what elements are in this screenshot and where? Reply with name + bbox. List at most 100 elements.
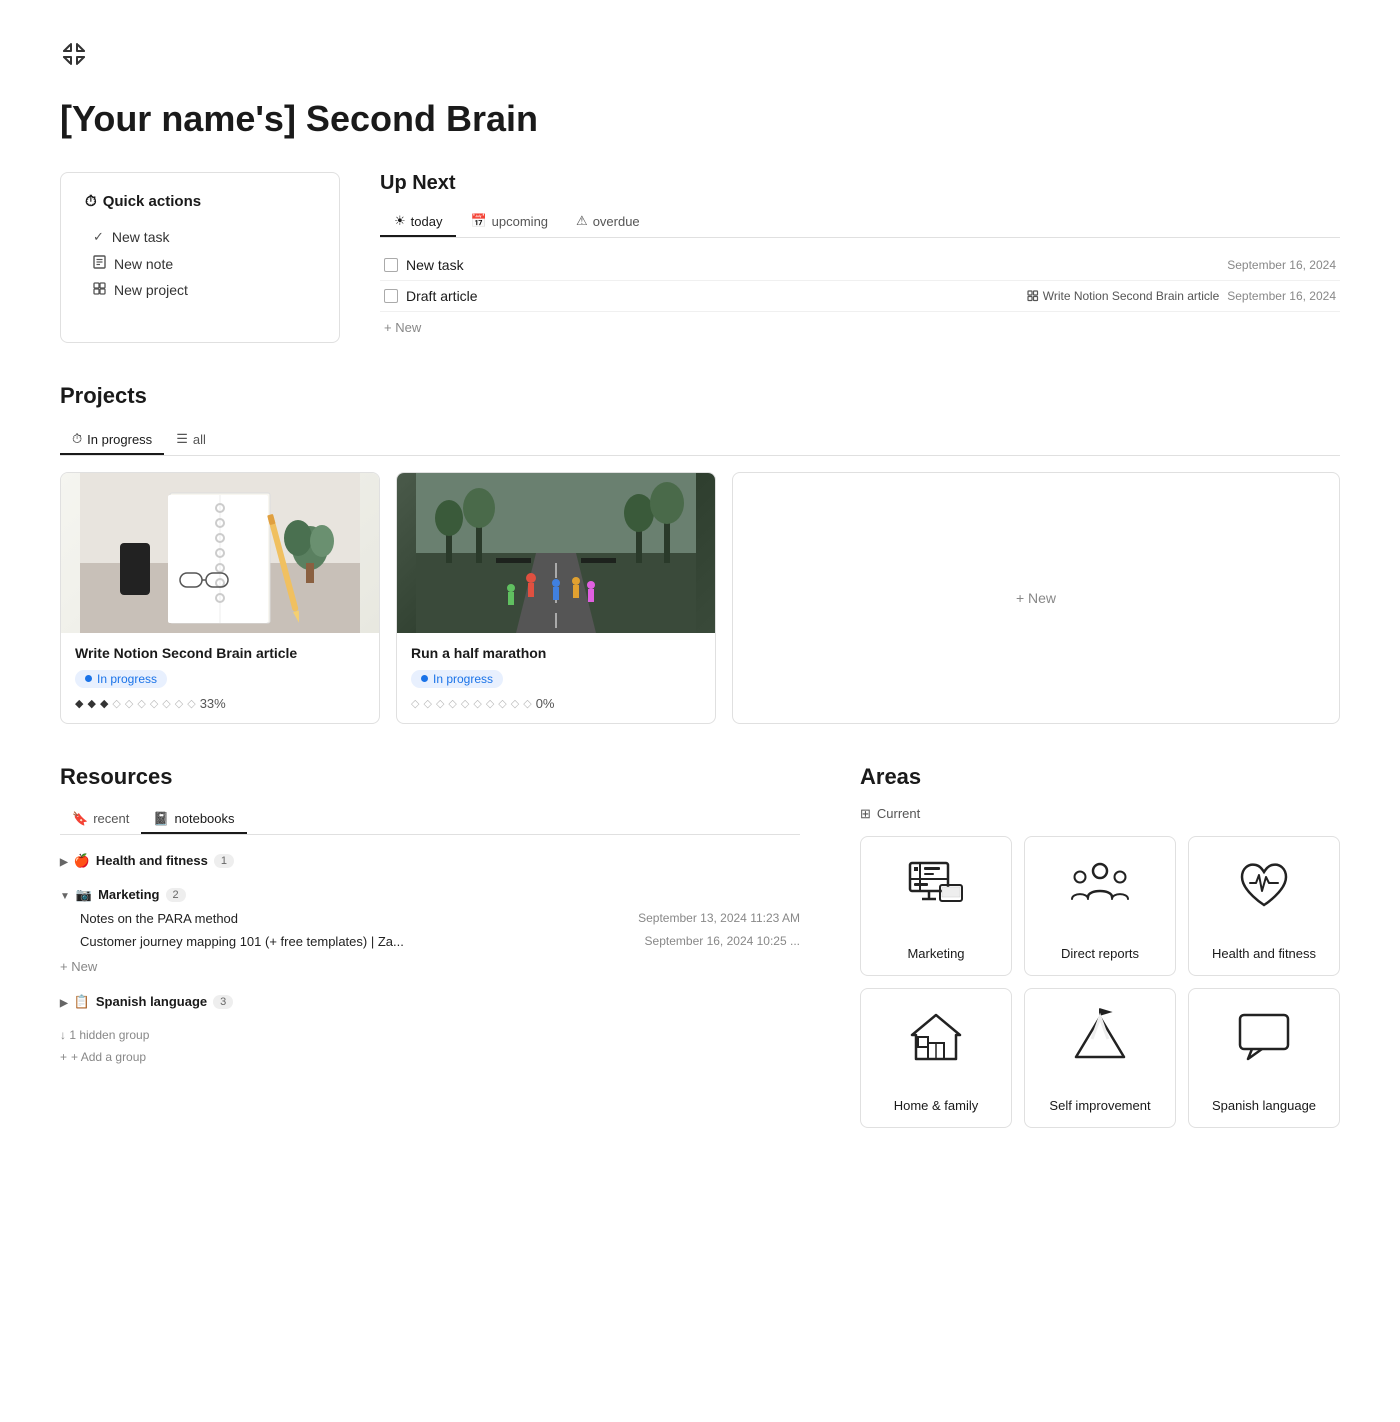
quick-actions-title: ⏱ Quick actions xyxy=(85,193,315,210)
area-label-health: Health and fitness xyxy=(1212,946,1316,961)
area-label-home: Home & family xyxy=(894,1098,979,1113)
areas-filter: ⊞ Current xyxy=(860,806,1340,822)
task-checkbox-2[interactable] xyxy=(384,289,398,303)
tab-all[interactable]: ☰ all xyxy=(164,425,218,455)
group-header-spanish[interactable]: 📋 Spanish language 3 xyxy=(60,990,800,1014)
notebook-group-marketing: 📷 Marketing 2 Notes on the PARA method S… xyxy=(60,883,800,980)
areas-title: Areas xyxy=(860,764,1340,790)
up-next-section: Up Next ☀ today 📅 upcoming ⚠ overdue New… xyxy=(380,172,1340,343)
project-card-1[interactable]: Write Notion Second Brain article In pro… xyxy=(60,472,380,724)
projects-title: Projects xyxy=(60,383,1340,409)
area-card-health[interactable]: Health and fitness xyxy=(1188,836,1340,976)
area-card-self-improvement[interactable]: Self improvement xyxy=(1024,988,1176,1128)
resources-tabs: 🔖 recent 📓 notebooks xyxy=(60,806,800,835)
projects-view-tabs: ⏱ In progress ☰ all xyxy=(60,425,1340,456)
project-image-1 xyxy=(61,473,379,633)
tab-today[interactable]: ☀ today xyxy=(380,207,456,237)
tab-overdue[interactable]: ⚠ overdue xyxy=(562,207,654,237)
grid-icon: ☰ xyxy=(176,431,188,447)
health-count-badge: 1 xyxy=(214,854,234,868)
project-icon xyxy=(93,282,106,298)
bottom-section: Resources 🔖 recent 📓 notebooks 🍎 Health … xyxy=(60,764,1340,1128)
collapse-icon-spanish xyxy=(60,994,68,1009)
area-label-spanish: Spanish language xyxy=(1212,1098,1316,1113)
up-next-tabs: ☀ today 📅 upcoming ⚠ overdue xyxy=(380,207,1340,238)
notebook-item-journey[interactable]: Customer journey mapping 101 (+ free tem… xyxy=(60,930,800,953)
status-dot-1 xyxy=(85,675,92,682)
task-row: New task September 16, 2024 xyxy=(380,250,1340,281)
project-card-body-2: Run a half marathon In progress ◇ ◇ ◇ ◇ … xyxy=(397,633,715,723)
area-label-self-improvement: Self improvement xyxy=(1049,1098,1150,1113)
tab-recent[interactable]: 🔖 recent xyxy=(60,806,141,834)
notebook-group-health: 🍎 Health and fitness 1 xyxy=(60,849,800,873)
add-new-resource-button[interactable]: + New xyxy=(60,953,800,980)
page-title: [Your name's] Second Brain xyxy=(60,98,1340,140)
hidden-group-toggle[interactable]: ↓ 1 hidden group xyxy=(60,1024,800,1046)
spanish-count-badge: 3 xyxy=(213,995,233,1009)
marketing-nb-icon: 📷 xyxy=(76,887,92,903)
area-card-spanish[interactable]: Spanish language xyxy=(1188,988,1340,1128)
project-card-2[interactable]: Run a half marathon In progress ◇ ◇ ◇ ◇ … xyxy=(396,472,716,724)
marketing-area-icon xyxy=(906,855,966,915)
new-task-button[interactable]: ✓ New task xyxy=(85,224,315,250)
clock-icon: ⏱ xyxy=(72,431,82,447)
spanish-nb-icon: 📋 xyxy=(74,994,90,1010)
status-dot-2 xyxy=(421,675,428,682)
health-nb-icon: 🍎 xyxy=(74,853,90,869)
home-area-icon xyxy=(906,1007,966,1067)
group-header-health[interactable]: 🍎 Health and fitness 1 xyxy=(60,849,800,873)
quick-actions-icon: ⏱ xyxy=(85,193,97,210)
task-date-1: September 16, 2024 xyxy=(1227,258,1336,272)
compress-icon[interactable] xyxy=(60,40,88,74)
projects-section: Projects ⏱ In progress ☰ all xyxy=(60,383,1340,724)
task-label-2: Draft article xyxy=(406,288,1019,304)
warning-icon: ⚠ xyxy=(576,213,588,229)
tab-notebooks[interactable]: 📓 notebooks xyxy=(141,806,246,834)
check-icon: ✓ xyxy=(93,229,104,245)
tab-in-progress[interactable]: ⏱ In progress xyxy=(60,425,164,455)
task-project-icon: Write Notion Second Brain article xyxy=(1027,289,1220,303)
areas-filter-icon: ⊞ xyxy=(860,806,871,822)
notebook-icon: 📓 xyxy=(153,811,169,827)
new-project-button[interactable]: New project xyxy=(85,277,315,303)
area-card-marketing[interactable]: Marketing xyxy=(860,836,1012,976)
notebook-group-spanish: 📋 Spanish language 3 xyxy=(60,990,800,1014)
areas-section: Areas ⊞ Current xyxy=(860,764,1340,1128)
up-next-title: Up Next xyxy=(380,172,1340,195)
new-note-button[interactable]: New note xyxy=(85,250,315,277)
marketing-count-badge: 2 xyxy=(166,888,186,902)
resources-title: Resources xyxy=(60,764,800,790)
project-name-2: Run a half marathon xyxy=(411,645,701,661)
task-label-1: New task xyxy=(406,257,1219,273)
people-area-icon xyxy=(1070,855,1130,915)
project-name-1: Write Notion Second Brain article xyxy=(75,645,365,661)
note-icon xyxy=(93,255,106,272)
add-group-button[interactable]: + + Add a group xyxy=(60,1046,800,1068)
calendar-icon: 📅 xyxy=(470,213,486,229)
mountain-area-icon xyxy=(1070,1007,1130,1067)
area-card-home[interactable]: Home & family xyxy=(860,988,1012,1128)
group-header-marketing[interactable]: 📷 Marketing 2 xyxy=(60,883,800,907)
new-project-area[interactable]: + New xyxy=(732,472,1340,724)
project-progress-2: ◇ ◇ ◇ ◇ ◇ ◇ ◇ ◇ ◇ ◇ 0% xyxy=(411,696,701,711)
project-progress-1: ◆ ◆ ◆ ◇ ◇ ◇ ◇ ◇ ◇ ◇ 33% xyxy=(75,696,365,711)
health-area-icon xyxy=(1234,855,1294,915)
area-label-direct-reports: Direct reports xyxy=(1061,946,1139,961)
add-new-task-button[interactable]: + New xyxy=(380,312,1340,343)
quick-actions-box: ⏱ Quick actions ✓ New task New note New … xyxy=(60,172,340,343)
task-checkbox-1[interactable] xyxy=(384,258,398,272)
task-date-2: September 16, 2024 xyxy=(1227,289,1336,303)
notebook-item-para[interactable]: Notes on the PARA method September 13, 2… xyxy=(60,907,800,930)
collapse-icon-health xyxy=(60,853,68,868)
task-meta-2: Write Notion Second Brain article Septem… xyxy=(1027,289,1336,303)
area-card-direct-reports[interactable]: Direct reports xyxy=(1024,836,1176,976)
project-status-2: In progress xyxy=(411,670,503,688)
task-row-2: Draft article Write Notion Second Brain … xyxy=(380,281,1340,312)
sun-icon: ☀ xyxy=(394,213,406,229)
project-card-body-1: Write Notion Second Brain article In pro… xyxy=(61,633,379,723)
tab-upcoming[interactable]: 📅 upcoming xyxy=(456,207,562,237)
chat-area-icon xyxy=(1234,1007,1294,1067)
bookmark-icon: 🔖 xyxy=(72,811,88,827)
area-label-marketing: Marketing xyxy=(907,946,964,961)
resources-section: Resources 🔖 recent 📓 notebooks 🍎 Health … xyxy=(60,764,800,1128)
